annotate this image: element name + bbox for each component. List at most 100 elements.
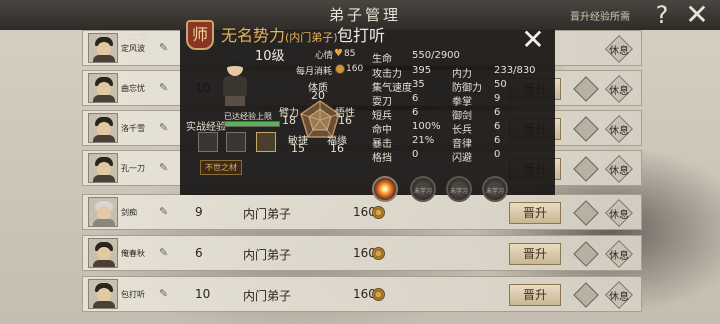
monthly-cost: 160	[353, 246, 376, 260]
skill-slot-icon[interactable]: 未学习	[482, 176, 508, 202]
edit-icon[interactable]: ✎	[159, 206, 171, 218]
stat-s2-label: 拳掌	[452, 97, 472, 108]
mood-value: 85	[344, 49, 356, 59]
upkeep-value: 160	[346, 64, 364, 74]
attr-comprehension-value: 16	[338, 114, 352, 127]
talent-tag: 不世之材	[200, 160, 242, 175]
disciple-level: 6	[195, 246, 203, 260]
edit-icon[interactable]: ✎	[159, 288, 171, 300]
diamond-icon[interactable]	[573, 241, 599, 267]
avatar	[88, 73, 118, 103]
exp-bar	[224, 121, 280, 127]
stat-s3-value: 6	[412, 107, 419, 118]
disciple-role: 内门弟子	[243, 289, 292, 303]
stat-s5-label: 长兵	[452, 125, 472, 136]
stat-atk-value: 395	[412, 65, 432, 76]
avatar	[88, 153, 118, 183]
help-icon[interactable]: ?	[648, 0, 676, 30]
skill-slot-icon[interactable]: 未学习	[410, 176, 436, 202]
stat-atk-label: 攻击力	[372, 69, 402, 80]
equipment-slot[interactable]	[198, 132, 218, 152]
skill-slot-icon[interactable]	[372, 176, 398, 202]
stat-s2-value: 9	[494, 93, 501, 104]
coin-icon	[372, 206, 385, 219]
mood-label: 心情	[315, 51, 334, 61]
disciple-name: 曲忘忧	[121, 84, 145, 93]
edit-icon[interactable]: ✎	[159, 247, 171, 259]
rest-button[interactable]: 休息	[604, 115, 634, 143]
diamond-icon[interactable]	[573, 282, 599, 308]
attr-luck-value: 16	[330, 142, 344, 155]
stat-s3-label: 短兵	[372, 111, 392, 122]
avatar	[88, 279, 118, 309]
stat-hit-label: 命中	[372, 125, 392, 136]
monthly-cost: 160	[353, 287, 376, 301]
avatar	[88, 238, 118, 268]
sect-badge-icon: 师	[186, 20, 214, 50]
coin-icon	[372, 247, 385, 260]
stat-dodge-label: 闪避	[452, 153, 472, 164]
detail-disciple-name: 包打听	[337, 26, 386, 45]
stat-hp-value: 550/2900	[412, 50, 460, 61]
diamond-icon[interactable]	[573, 200, 599, 226]
stat-s5-value: 6	[494, 121, 501, 132]
stat-block-value: 0	[412, 149, 419, 160]
disciple-row[interactable]: 包打听 ✎ 10 内门弟子 160 晋升 休息	[82, 276, 642, 312]
stat-qi-value: 35	[412, 79, 425, 90]
stat-s1-label: 耍刀	[372, 97, 392, 108]
disciple-role: 内门弟子	[243, 207, 292, 221]
edit-icon[interactable]: ✎	[159, 122, 171, 134]
heart-icon: ♥	[334, 48, 343, 59]
stat-crit-label: 暴击	[372, 139, 392, 150]
promote-button[interactable]: 晋升	[509, 243, 561, 265]
disciple-name: 定风波	[121, 44, 145, 53]
diamond-icon[interactable]	[573, 156, 599, 182]
stat-s4-label: 御剑	[452, 111, 472, 122]
stat-def-value: 50	[494, 79, 507, 90]
attr-agility-value: 15	[291, 142, 305, 155]
edit-icon[interactable]: ✎	[159, 82, 171, 94]
close-icon[interactable]: ✕	[683, 0, 711, 30]
rest-button[interactable]: 休息	[604, 155, 634, 183]
disciple-role: 内门弟子	[243, 248, 292, 262]
stat-block-label: 格挡	[372, 153, 392, 164]
edit-icon[interactable]: ✎	[159, 162, 171, 174]
rest-button[interactable]: 休息	[604, 240, 634, 268]
equipment-slot[interactable]	[226, 132, 246, 152]
disciple-row[interactable]: 剑痴 ✎ 9 内门弟子 160 晋升 休息	[82, 194, 642, 230]
rest-button[interactable]: 休息	[604, 35, 634, 63]
disciple-level: 10	[195, 287, 211, 301]
stat-hp-label: 生命	[372, 54, 392, 65]
monthly-cost: 160	[353, 205, 376, 219]
rest-button[interactable]: 休息	[604, 281, 634, 309]
combat-exp-label: 实战经验	[186, 122, 226, 133]
coin-icon	[372, 288, 385, 301]
ring-item-icon[interactable]	[256, 132, 276, 152]
disciple-row[interactable]: 俺春秋 ✎ 6 内门弟子 160 晋升 休息	[82, 235, 642, 271]
promote-exp-header: 晋升经验所需	[570, 12, 630, 23]
upkeep-label: 每月消耗	[296, 67, 333, 77]
diamond-icon[interactable]	[573, 116, 599, 142]
edit-icon[interactable]: ✎	[159, 42, 171, 54]
sect-name: 无名势力(内门弟子)	[221, 26, 338, 45]
exp-bar-fill	[225, 122, 279, 126]
promote-button[interactable]: 晋升	[509, 202, 561, 224]
avatar	[88, 197, 118, 227]
diamond-icon[interactable]	[573, 76, 599, 102]
rest-button[interactable]: 休息	[604, 75, 634, 103]
avatar	[88, 113, 118, 143]
disciple-name: 孔一刀	[121, 164, 145, 173]
skill-slot-icon[interactable]: 未学习	[446, 176, 472, 202]
promote-button[interactable]: 晋升	[509, 284, 561, 306]
stat-s4-value: 6	[494, 107, 501, 118]
rest-button[interactable]: 休息	[604, 199, 634, 227]
avatar	[88, 33, 118, 63]
stat-dodge-value: 0	[494, 149, 501, 160]
stat-hit-value: 100%	[412, 121, 441, 132]
attr-constitution-value: 20	[311, 89, 325, 102]
stat-inner-value: 233/830	[494, 65, 536, 76]
coin-icon	[335, 64, 345, 74]
stat-qi-label: 集气速度	[372, 83, 412, 94]
stat-s6-label: 音律	[452, 139, 472, 150]
close-panel-icon[interactable]: ✕	[520, 26, 546, 54]
